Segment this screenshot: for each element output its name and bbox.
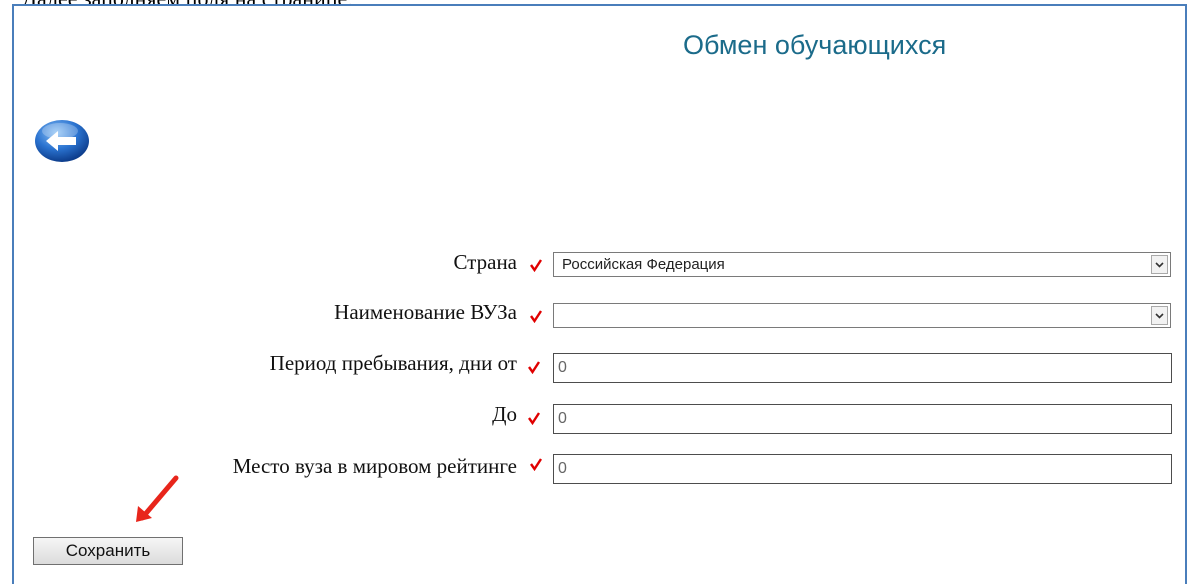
period-from-input[interactable]: 0 [553, 353, 1172, 383]
back-arrow-icon[interactable] [34, 119, 90, 163]
country-select-value: Российская Федерация [562, 256, 725, 273]
country-select[interactable]: Российская Федерация [553, 252, 1171, 277]
ranking-input[interactable]: 0 [553, 454, 1172, 484]
country-label: Страна [453, 250, 517, 274]
university-label: Наименование ВУЗа [334, 300, 517, 324]
required-checkmark-icon [530, 458, 543, 471]
period-from-label: Период пребывания, дни от [269, 351, 517, 375]
period-to-label: До [492, 402, 517, 426]
save-button[interactable]: Сохранить [33, 537, 183, 565]
required-checkmark-icon [528, 412, 541, 425]
period-to-input[interactable]: 0 [553, 404, 1172, 434]
chevron-down-icon[interactable] [1151, 306, 1168, 325]
red-arrow-icon [136, 475, 179, 522]
page-frame [12, 4, 1187, 584]
required-checkmark-icon [528, 361, 541, 374]
required-checkmark-icon [530, 259, 543, 272]
chevron-down-icon[interactable] [1151, 255, 1168, 274]
university-select[interactable] [553, 303, 1171, 328]
required-checkmark-icon [530, 310, 543, 323]
ranking-label: Место вуза в мировом рейтинге [232, 454, 517, 478]
page-title: Обмен обучающихся [683, 30, 947, 60]
